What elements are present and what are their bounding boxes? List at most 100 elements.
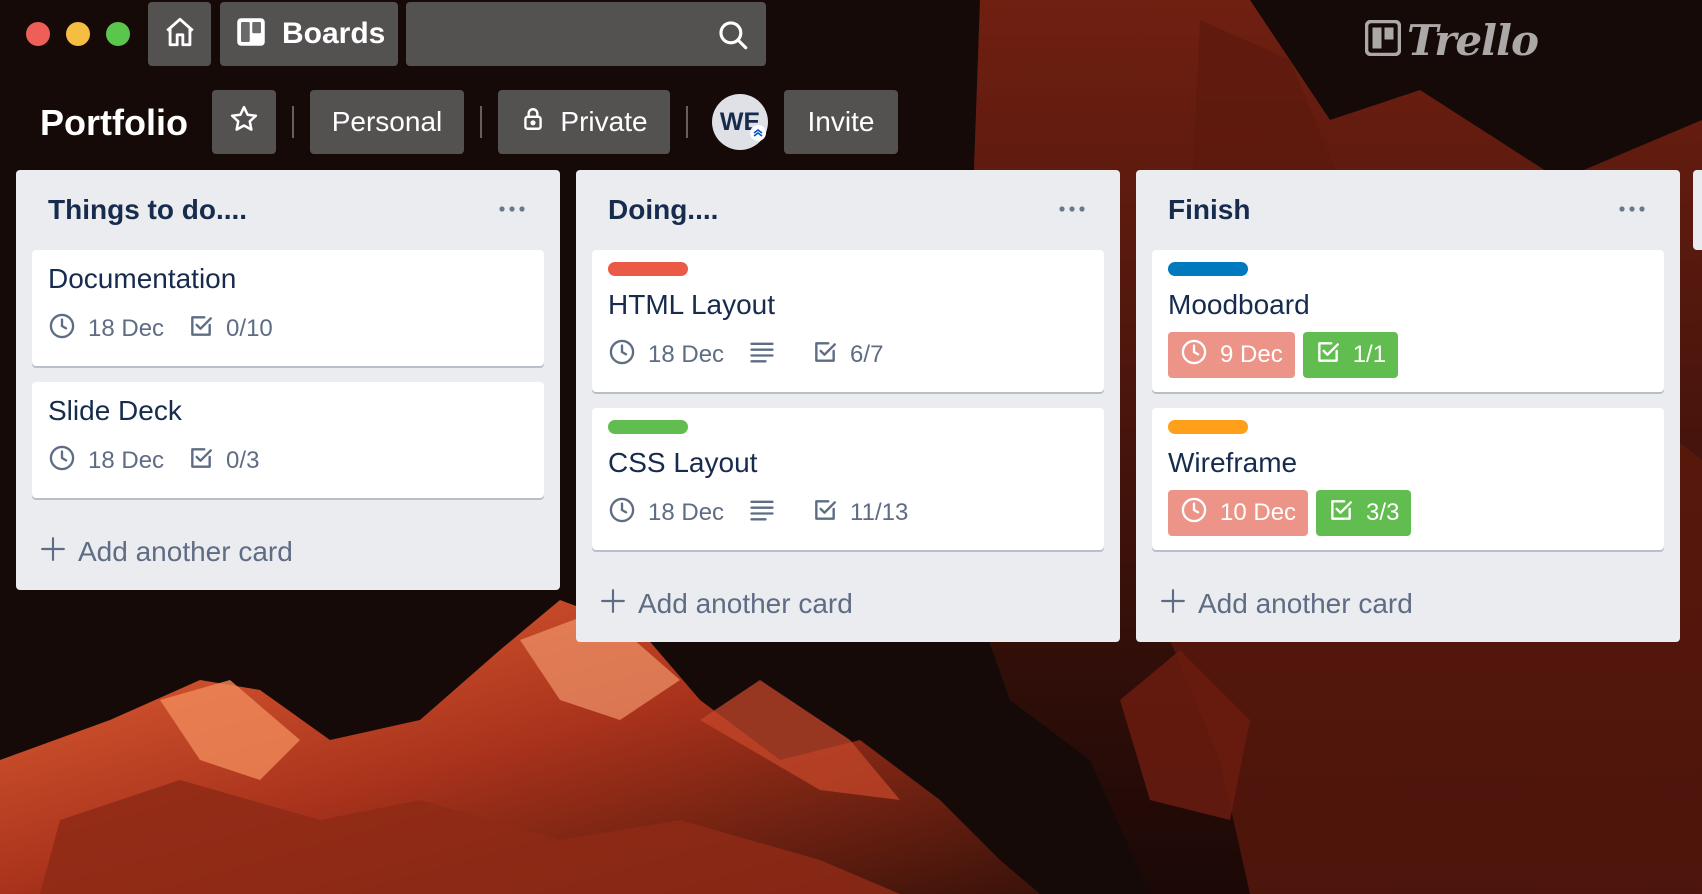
card-css-layout[interactable]: CSS Layout 18 Dec 11/13 <box>592 408 1104 550</box>
clock-icon <box>1180 496 1220 531</box>
card-badges: 10 Dec 3/3 <box>1168 490 1648 536</box>
next-list-edge[interactable] <box>1693 170 1702 250</box>
search-icon[interactable] <box>716 18 750 57</box>
visibility-private-button[interactable]: Private <box>498 90 670 154</box>
description-icon <box>748 338 788 373</box>
card-documentation[interactable]: Documentation 18 Dec 0/10 <box>32 250 544 366</box>
board-title[interactable]: Portfolio <box>40 102 188 144</box>
clock-icon <box>1180 338 1220 373</box>
due-date-text: 18 Dec <box>648 499 725 526</box>
due-date-badge-overdue[interactable]: 10 Dec <box>1168 490 1309 536</box>
checklist-count: 11/13 <box>850 499 909 526</box>
due-date-badge-overdue[interactable]: 9 Dec <box>1168 332 1295 378</box>
checklist-badge-complete: 3/3 <box>1316 490 1412 536</box>
team-personal-button[interactable]: Personal <box>310 90 464 154</box>
list-title[interactable]: Things to do.... <box>48 194 247 226</box>
description-badge <box>748 332 788 378</box>
trello-logo-icon <box>1364 19 1402 61</box>
invite-label: Invite <box>807 106 875 137</box>
clock-icon <box>48 444 88 479</box>
card-label-orange[interactable] <box>1168 420 1248 434</box>
star-icon <box>229 104 259 141</box>
window-close-button[interactable] <box>26 22 50 46</box>
clock-icon <box>48 312 88 347</box>
card-title: Slide Deck <box>48 395 182 426</box>
board-header: Portfolio Personal Private WE Invite <box>0 88 1702 158</box>
boards-label: Boards <box>282 17 386 50</box>
due-date-text: 18 Dec <box>88 447 165 474</box>
add-card-button[interactable]: Add another card <box>592 566 1104 642</box>
list-menu-icon[interactable] <box>494 194 530 224</box>
list-title[interactable]: Finish <box>1168 194 1250 226</box>
checklist-badge: 0/3 <box>188 438 259 484</box>
due-date-text: 9 Dec <box>1220 341 1283 368</box>
due-date-badge[interactable]: 18 Dec <box>48 306 164 352</box>
star-board-button[interactable] <box>212 90 276 154</box>
checklist-badge: 11/13 <box>812 490 908 536</box>
add-card-button[interactable]: Add another card <box>1152 566 1664 642</box>
checklist-badge: 0/10 <box>188 306 273 352</box>
header-divider <box>480 106 482 138</box>
list-menu-icon[interactable] <box>1054 194 1090 224</box>
trello-logo[interactable]: Trello <box>1364 16 1539 65</box>
member-avatar[interactable]: WE <box>712 94 768 150</box>
card-label-blue[interactable] <box>1168 262 1248 276</box>
card-html-layout[interactable]: HTML Layout 18 Dec 6/7 <box>592 250 1104 392</box>
checklist-badge-complete: 1/1 <box>1302 332 1399 378</box>
add-card-label: Add another card <box>1198 588 1413 619</box>
list-title[interactable]: Doing.... <box>608 194 718 226</box>
add-card-button[interactable]: Add another card <box>32 514 544 590</box>
list-finish: Finish Moodboard 9 Dec 1/1 Wireframe 10 … <box>1136 170 1680 642</box>
search-input[interactable] <box>406 2 766 66</box>
card-moodboard[interactable]: Moodboard 9 Dec 1/1 <box>1152 250 1664 392</box>
plus-icon <box>600 588 638 621</box>
due-date-text: 18 Dec <box>648 341 725 368</box>
clock-icon <box>608 496 648 531</box>
trello-wordmark: Trello <box>1407 16 1539 65</box>
checklist-count: 3/3 <box>1366 499 1400 526</box>
card-slide-deck[interactable]: Slide Deck 18 Dec 0/3 <box>32 382 544 498</box>
invite-button[interactable]: Invite <box>784 90 898 154</box>
header-divider <box>686 106 688 138</box>
list-header: Finish <box>1152 170 1664 250</box>
checklist-count: 6/7 <box>850 341 884 368</box>
due-date-badge[interactable]: 18 Dec <box>48 438 164 484</box>
checklist-icon <box>188 313 226 346</box>
description-badge <box>748 490 788 536</box>
due-date-text: 10 Dec <box>1220 499 1297 526</box>
home-button[interactable] <box>148 2 211 66</box>
card-title: Moodboard <box>1168 289 1310 320</box>
list-things-to-do: Things to do.... Documentation 18 Dec 0/… <box>16 170 560 590</box>
checklist-count: 0/3 <box>226 447 260 474</box>
card-title: Wireframe <box>1168 447 1298 478</box>
card-title: HTML Layout <box>608 289 776 320</box>
clock-icon <box>608 338 648 373</box>
list-doing: Doing.... HTML Layout 18 Dec 6/7 CSS Lay… <box>576 170 1120 642</box>
home-icon <box>163 15 197 54</box>
card-wireframe[interactable]: Wireframe 10 Dec 3/3 <box>1152 408 1664 550</box>
card-label-green[interactable] <box>608 420 688 434</box>
card-badges: 18 Dec 6/7 <box>608 332 1088 378</box>
checklist-icon <box>1315 339 1353 372</box>
list-menu-icon[interactable] <box>1614 194 1650 224</box>
due-date-badge[interactable]: 18 Dec <box>608 332 724 378</box>
due-date-badge[interactable]: 18 Dec <box>608 490 724 536</box>
window-minimize-button[interactable] <box>66 22 90 46</box>
checklist-count: 0/10 <box>226 315 273 342</box>
plus-icon <box>1160 588 1198 621</box>
checklist-badge: 6/7 <box>812 332 883 378</box>
lock-icon <box>520 106 560 139</box>
top-bar: Boards Trello <box>0 0 1702 72</box>
admin-chevron-icon <box>750 119 766 148</box>
window-maximize-button[interactable] <box>106 22 130 46</box>
checklist-icon <box>188 445 226 478</box>
due-date-text: 18 Dec <box>88 315 165 342</box>
card-title: Documentation <box>48 263 237 294</box>
boards-button[interactable]: Boards <box>220 2 398 66</box>
card-badges: 18 Dec 11/13 <box>608 490 1088 536</box>
boards-icon <box>236 17 266 52</box>
card-label-red[interactable] <box>608 262 688 276</box>
search-box[interactable] <box>406 2 766 66</box>
list-header: Doing.... <box>592 170 1104 250</box>
checklist-icon <box>812 497 850 530</box>
